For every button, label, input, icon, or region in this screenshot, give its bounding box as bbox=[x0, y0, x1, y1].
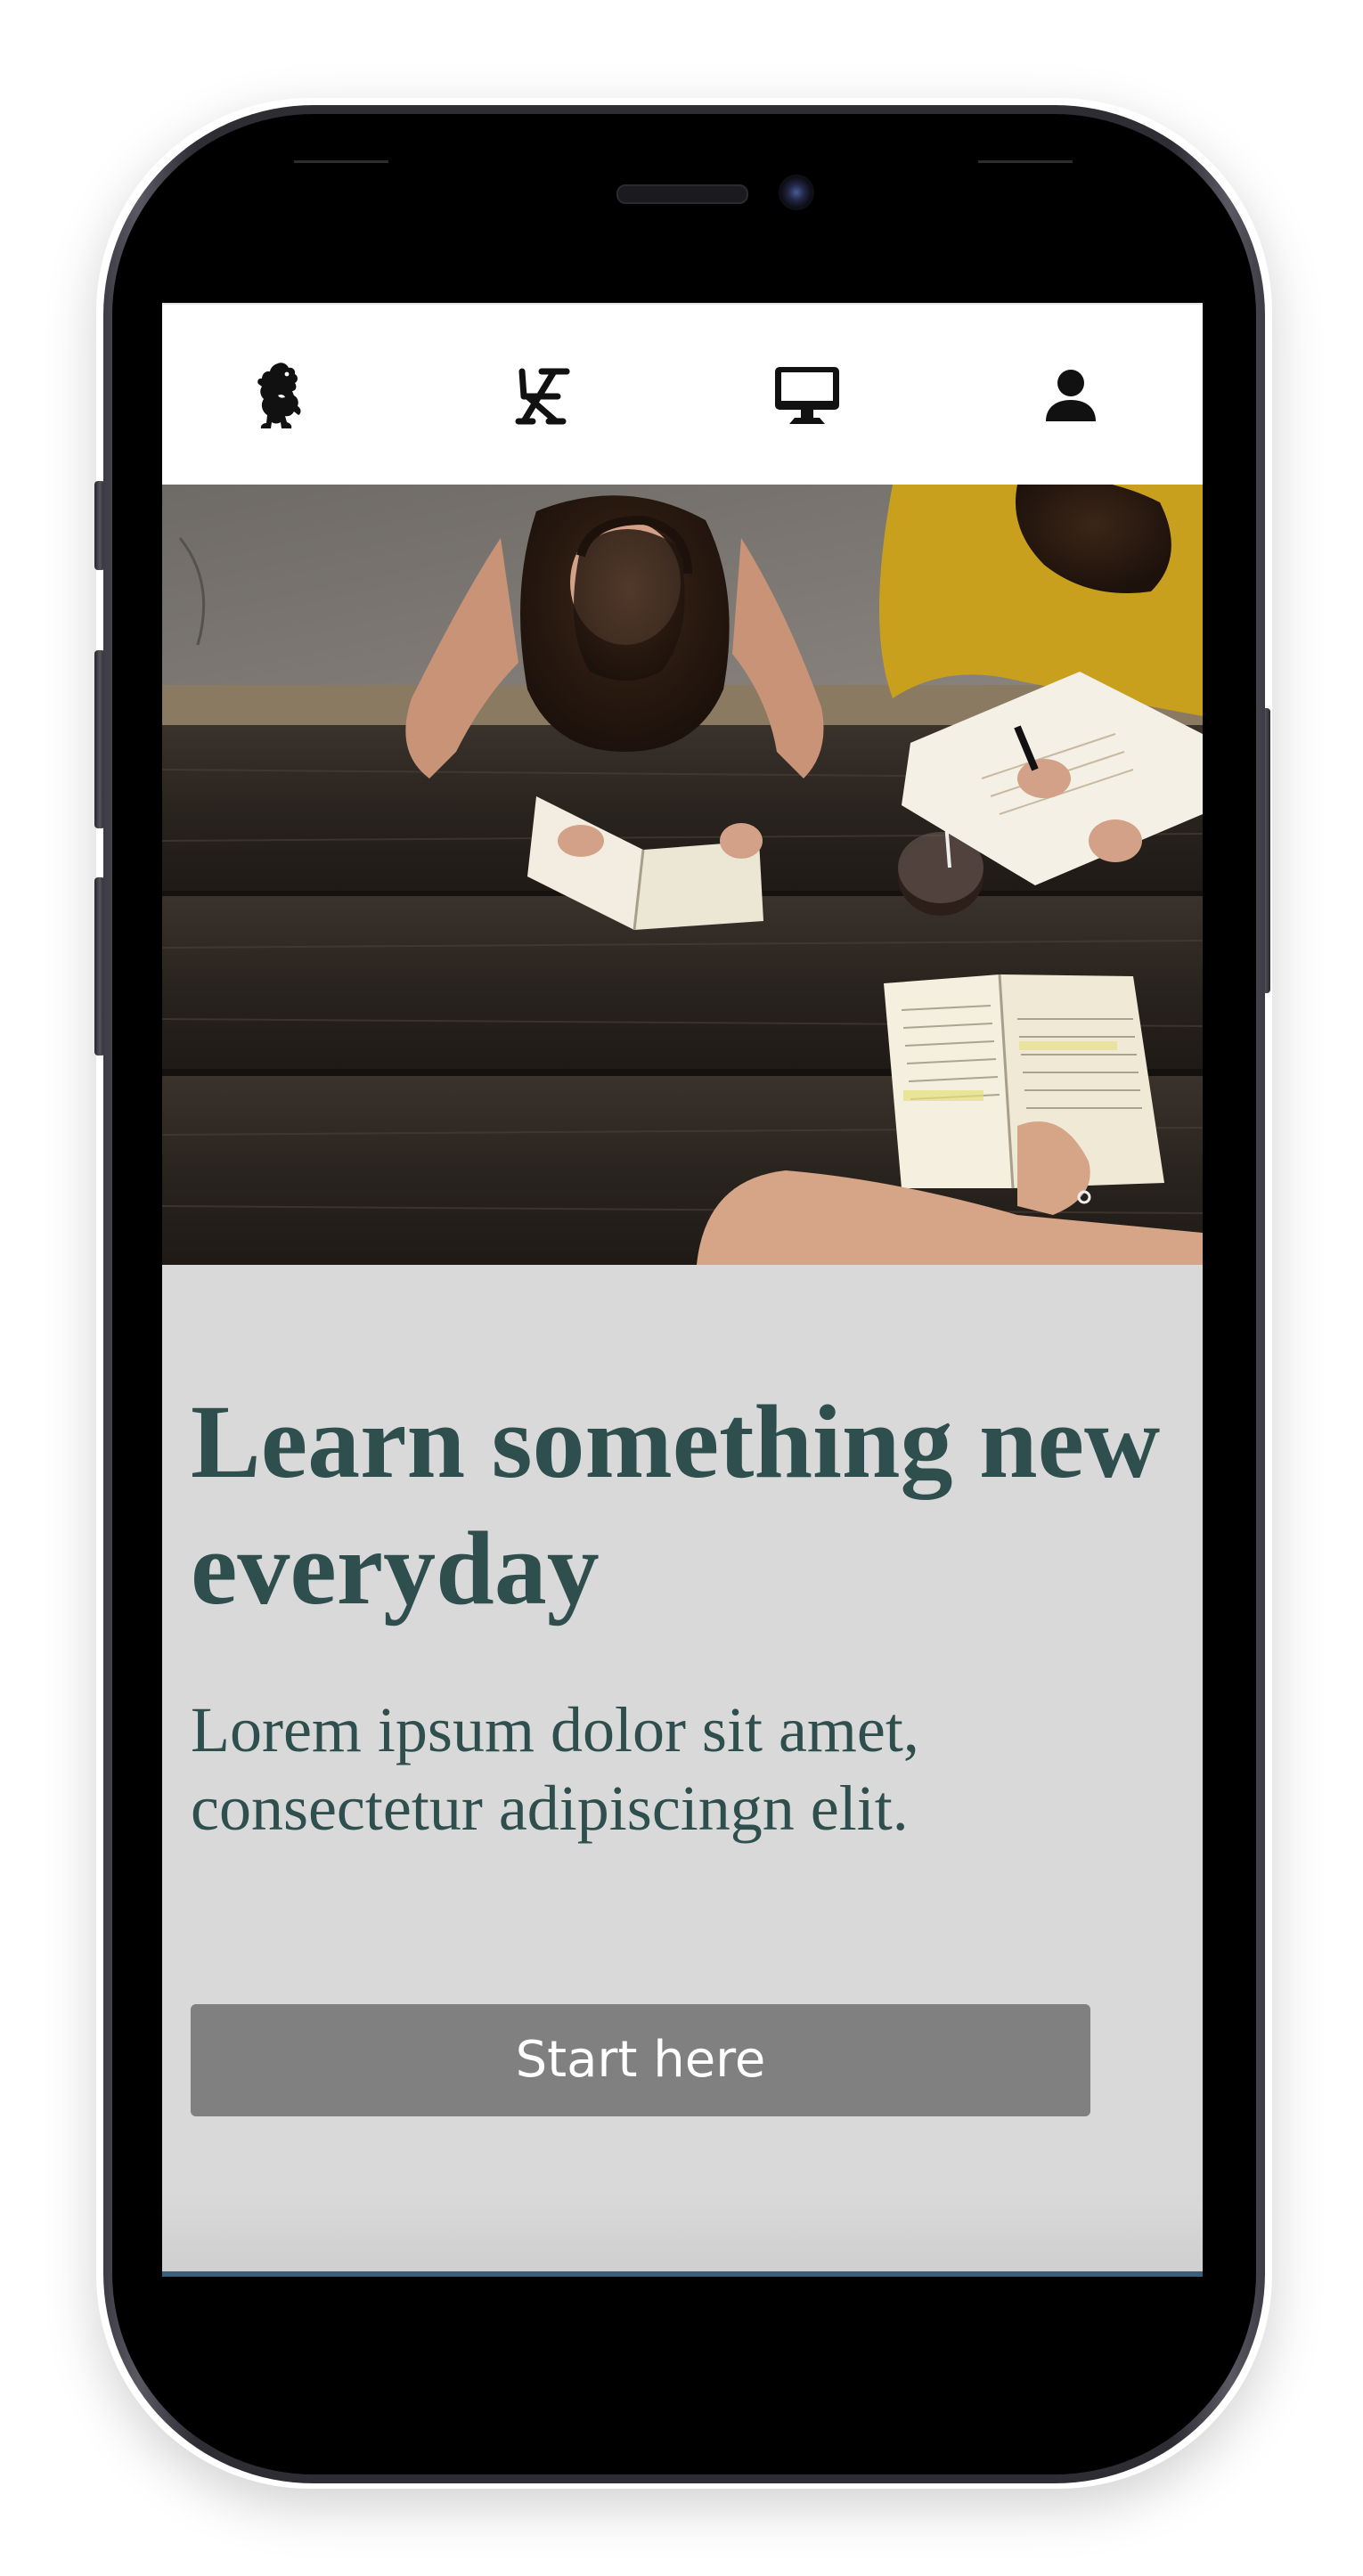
antenna-line-right bbox=[978, 160, 1073, 163]
front-camera bbox=[779, 175, 814, 210]
nav-item-home[interactable] bbox=[237, 353, 322, 438]
intro-text: Lorem ipsum dolor sit amet, consectetur … bbox=[191, 1694, 919, 1844]
nav-item-courses[interactable] bbox=[764, 353, 850, 438]
top-navigation bbox=[162, 303, 1203, 485]
nav-item-profile[interactable] bbox=[1028, 353, 1114, 438]
bottom-divider bbox=[162, 2271, 1203, 2277]
scroll-fade bbox=[162, 2191, 1203, 2271]
page-headline: Learn something new everyday bbox=[191, 1383, 1161, 1626]
antenna-line-left bbox=[294, 160, 388, 163]
phone-screen: Learn something new everyday Lorem ipsum… bbox=[162, 303, 1203, 2277]
main-content: Learn something new everyday Lorem ipsum… bbox=[162, 1265, 1203, 2277]
earpiece-speaker bbox=[616, 184, 748, 204]
start-here-button[interactable]: Start here bbox=[191, 2004, 1090, 2116]
user-icon bbox=[1046, 370, 1096, 421]
nav-item-furniture[interactable] bbox=[499, 353, 584, 438]
desk-chair-icon bbox=[515, 368, 570, 425]
lion-rampant-icon bbox=[257, 363, 301, 428]
desktop-monitor-icon bbox=[775, 367, 839, 424]
hero-image bbox=[162, 485, 1203, 1265]
